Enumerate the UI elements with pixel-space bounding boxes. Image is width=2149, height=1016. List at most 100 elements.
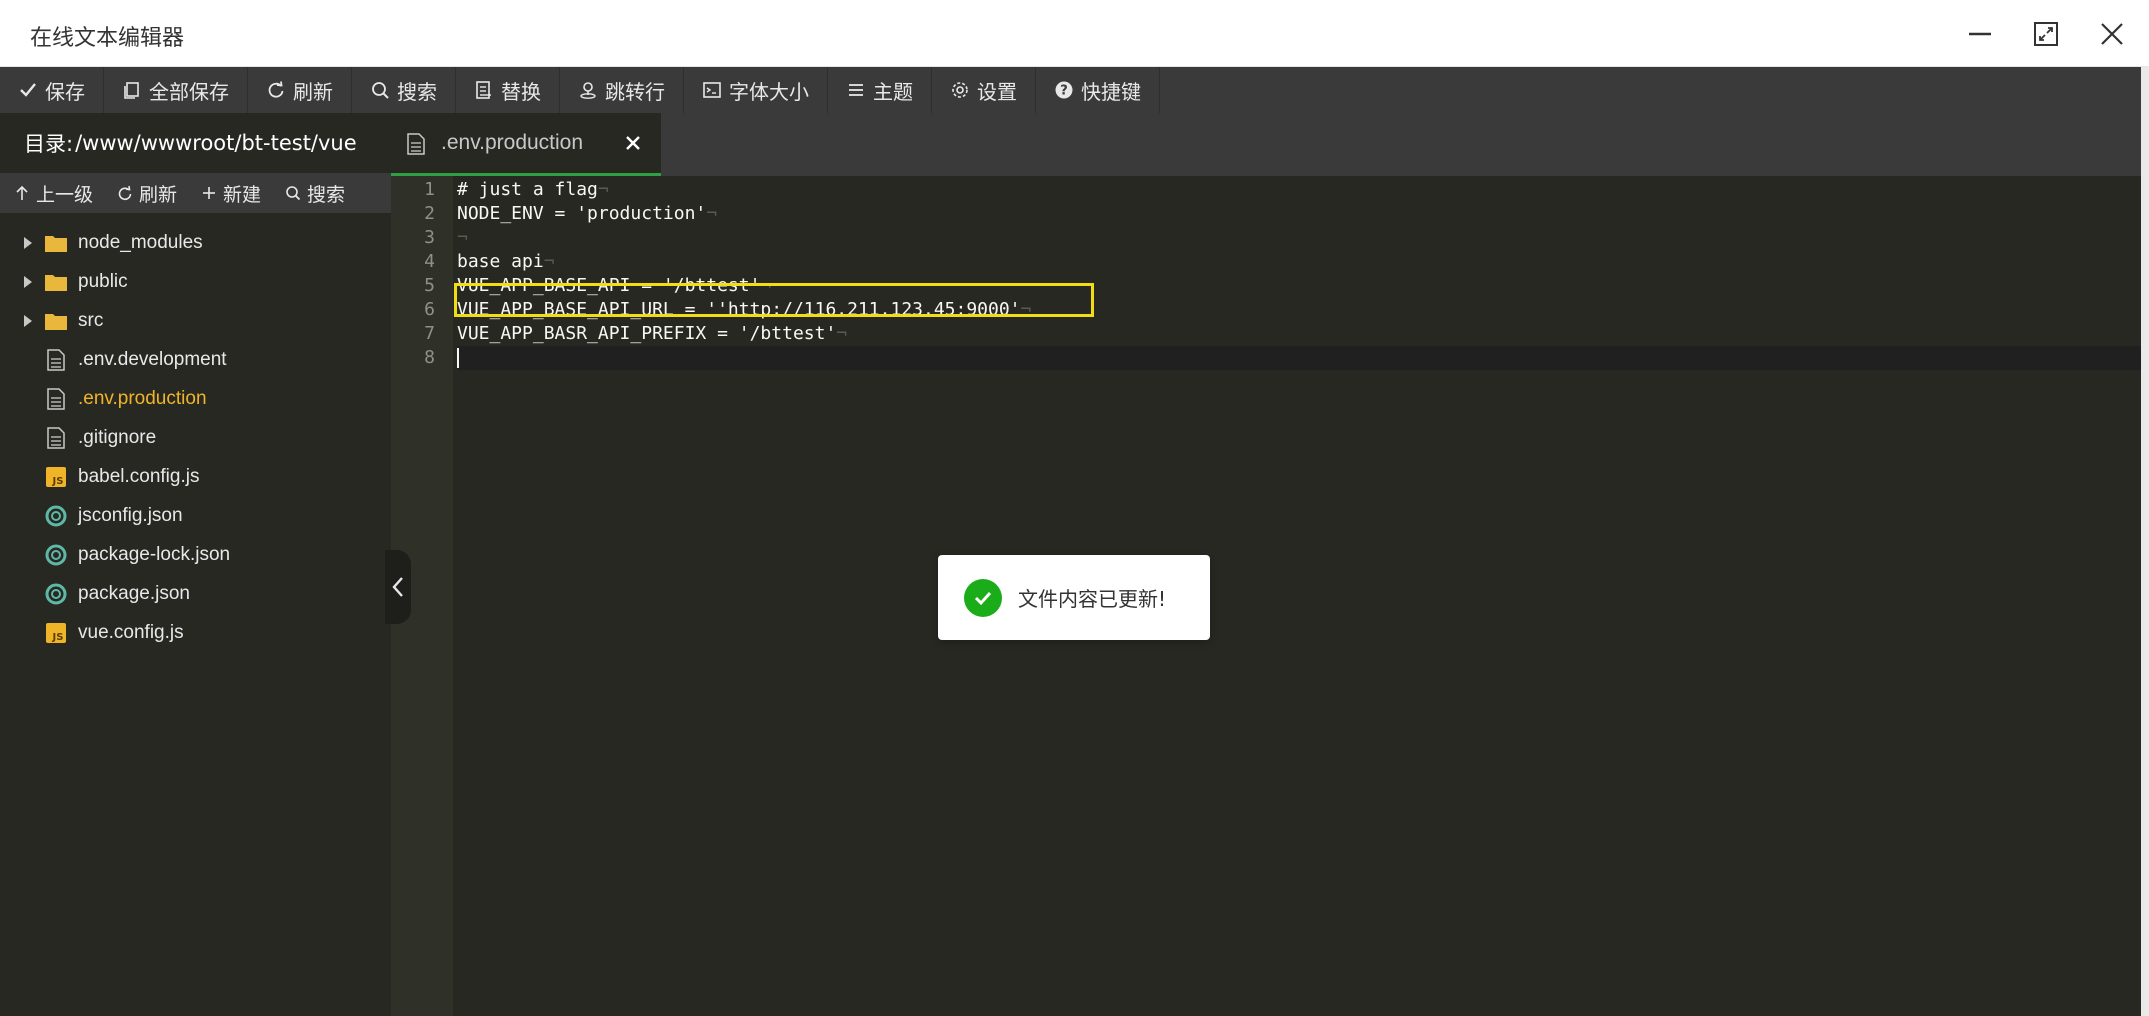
new-file-label: 新建	[223, 183, 262, 206]
sidebar-toolbar: 上一级 刷新 新建 搜索	[0, 173, 391, 213]
plus-icon	[201, 185, 217, 201]
code-line: # just a flag¬	[457, 178, 2149, 202]
parent-dir-label: 上一级	[36, 183, 94, 206]
eol-marker: ¬	[836, 323, 848, 344]
tab-env-production[interactable]: .env.production	[391, 113, 661, 176]
caret-right-icon[interactable]	[20, 314, 36, 327]
tree-file-vue-config[interactable]: JS vue.config.js	[0, 613, 391, 652]
success-check-icon	[964, 578, 1002, 617]
replace-label: 替换	[501, 79, 541, 104]
caret-right-icon[interactable]	[20, 275, 36, 288]
window-title: 在线文本编辑器	[30, 26, 185, 51]
terminal-icon	[702, 80, 722, 100]
tree-file-package-lock[interactable]: package-lock.json	[0, 535, 391, 574]
code-line-text: base api	[457, 251, 544, 272]
copy-icon	[122, 80, 142, 100]
tree-item-label: .gitignore	[78, 426, 157, 448]
sidebar-refresh-button[interactable]: 刷新	[103, 180, 187, 207]
tree-item-label: package.json	[78, 582, 190, 604]
tree-item-label: .env.production	[78, 387, 207, 409]
tree-file-env-production[interactable]: .env.production	[0, 379, 391, 418]
goto-line-label: 跳转行	[605, 79, 665, 104]
goto-line-button[interactable]: 跳转行	[560, 67, 684, 113]
caret-right-icon[interactable]	[20, 236, 36, 249]
text-cursor	[457, 348, 459, 368]
check-icon	[18, 80, 38, 100]
tree-item-label: jsconfig.json	[78, 504, 183, 526]
main-toolbar: 保存 全部保存 刷新 搜索 替换 跳转行 字体大小 主题 设置 ? 快捷键	[0, 67, 2149, 113]
tree-file-package[interactable]: package.json	[0, 574, 391, 613]
tree-file-jsconfig[interactable]: jsconfig.json	[0, 496, 391, 535]
file-text-icon	[407, 133, 427, 155]
chevron-left-icon	[392, 577, 403, 597]
font-size-label: 字体大小	[729, 79, 809, 104]
tree-item-label: package-lock.json	[78, 543, 231, 565]
save-label: 保存	[45, 79, 85, 104]
json-file-icon	[44, 582, 68, 606]
line-number: 1	[424, 179, 435, 200]
tree-item-label: node_modules	[78, 231, 203, 253]
sidebar-search-label: 搜索	[307, 183, 346, 206]
font-size-button[interactable]: 字体大小	[684, 67, 828, 113]
eol-marker: ¬	[457, 227, 468, 248]
close-tab-icon[interactable]	[623, 133, 643, 153]
line-number: 7	[424, 323, 435, 344]
refresh-button[interactable]: 刷新	[248, 67, 352, 113]
settings-button[interactable]: 设置	[932, 67, 1036, 113]
annotation-highlight-box	[454, 283, 1094, 317]
file-tree: node_modules public src .env.development…	[0, 213, 391, 652]
close-icon	[2101, 23, 2123, 45]
directory-header: 目录: /www/wwwroot/bt-test/vue	[0, 113, 391, 173]
tab-label: .env.production	[441, 131, 584, 154]
code-line: base api¬	[457, 250, 2149, 274]
tree-folder-node-modules[interactable]: node_modules	[0, 223, 391, 262]
parent-dir-button[interactable]: 上一级	[0, 180, 103, 207]
save-all-button[interactable]: 全部保存	[104, 67, 248, 113]
line-number: 5	[424, 275, 435, 296]
line-number: 6	[424, 299, 435, 320]
minimize-button[interactable]	[1958, 12, 2002, 56]
js-file-icon: JS	[44, 621, 68, 645]
close-window-button[interactable]	[2090, 12, 2134, 56]
sidebar-search-button[interactable]: 搜索	[271, 180, 355, 207]
folder-icon	[44, 231, 68, 255]
maximize-button[interactable]	[2024, 12, 2068, 56]
code-area[interactable]: 1 2 3 4 5 6 7 8 # just a flag¬ NODE_ENV …	[391, 176, 2149, 1016]
file-text-icon	[44, 348, 68, 372]
editor-tabbar: .env.production	[391, 113, 2149, 176]
code-line-text: # just a flag	[457, 179, 598, 200]
shortcuts-label: 快捷键	[1081, 79, 1141, 104]
line-number: 4	[424, 251, 435, 272]
refresh-icon	[266, 80, 286, 100]
tree-file-babel-config[interactable]: JS babel.config.js	[0, 457, 391, 496]
eol-marker: ¬	[543, 251, 555, 272]
save-all-label: 全部保存	[149, 79, 229, 104]
window-scrollbar[interactable]	[2141, 67, 2149, 1016]
arrow-up-icon	[14, 185, 30, 201]
shortcuts-button[interactable]: ? 快捷键	[1036, 67, 1160, 113]
maximize-icon	[2034, 22, 2058, 46]
json-file-icon	[44, 504, 68, 528]
directory-label: 目录:	[24, 132, 74, 156]
location-icon	[578, 80, 598, 100]
save-button[interactable]: 保存	[0, 67, 104, 113]
refresh-icon	[117, 185, 133, 201]
search-button[interactable]: 搜索	[352, 67, 456, 113]
sidebar-collapse-button[interactable]	[385, 550, 411, 624]
replace-button[interactable]: 替换	[456, 67, 560, 113]
tree-file-gitignore[interactable]: .gitignore	[0, 418, 391, 457]
help-icon: ?	[1054, 80, 1074, 100]
eol-marker: ¬	[706, 203, 718, 224]
directory-path: /www/wwwroot/bt-test/vue	[75, 131, 357, 155]
new-file-button[interactable]: 新建	[187, 180, 271, 207]
theme-label: 主题	[873, 79, 913, 104]
tree-folder-public[interactable]: public	[0, 262, 391, 301]
json-file-icon	[44, 543, 68, 567]
code-line-text: NODE_ENV = 'production'	[457, 203, 707, 224]
svg-text:JS: JS	[52, 632, 64, 643]
tree-folder-src[interactable]: src	[0, 301, 391, 340]
toast-message: 文件内容已更新!	[1018, 587, 1167, 611]
theme-button[interactable]: 主题	[828, 67, 932, 113]
code-lines[interactable]: # just a flag¬ NODE_ENV = 'production'¬ …	[457, 178, 2149, 370]
tree-file-env-development[interactable]: .env.development	[0, 340, 391, 379]
